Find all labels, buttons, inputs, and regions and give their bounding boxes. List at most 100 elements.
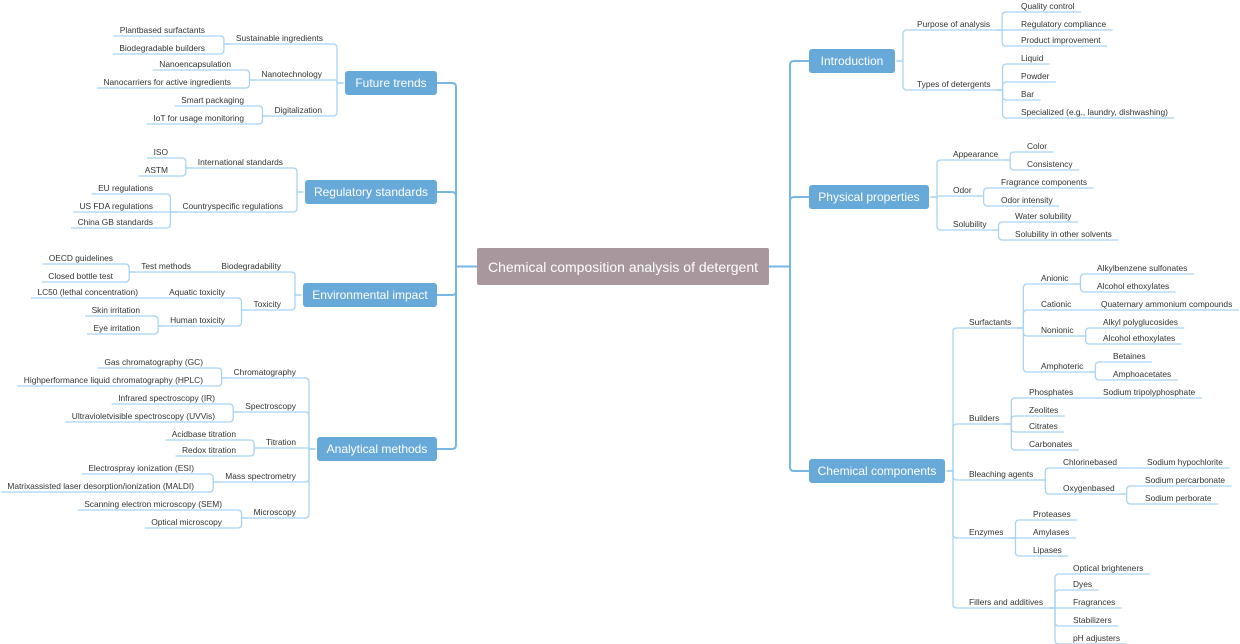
topic-nanoencapsulation[interactable]: Nanoencapsulation — [159, 59, 231, 69]
topic-smart-packaging[interactable]: Smart packaging — [181, 95, 244, 105]
topic-test-methods[interactable]: Test methods — [141, 261, 191, 271]
subtopic-appearance[interactable]: Appearance — [953, 149, 998, 159]
subtopic-international-standards[interactable]: International standards — [198, 157, 283, 167]
main-topic-physical-properties[interactable]: Physical properties — [809, 185, 929, 209]
topic-dyes[interactable]: Dyes — [1073, 579, 1092, 589]
topic-powder[interactable]: Powder — [1021, 71, 1049, 81]
topic-skin-irritation[interactable]: Skin irritation — [92, 305, 140, 315]
topic-closed-bottle-test[interactable]: Closed bottle test — [48, 271, 113, 281]
subtopic-fillers-and-additives[interactable]: Fillers and additives — [969, 597, 1043, 607]
main-topic-future-trends[interactable]: Future trends — [345, 71, 437, 95]
topic-sodium-perborate[interactable]: Sodium perborate — [1145, 493, 1212, 503]
subtopic-solubility[interactable]: Solubility — [953, 219, 987, 229]
topic-bar[interactable]: Bar — [1021, 89, 1034, 99]
subtopic-toxicity[interactable]: Toxicity — [254, 299, 281, 309]
topic-us-fda-regulations[interactable]: US FDA regulations — [79, 201, 153, 211]
topic-stabilizers[interactable]: Stabilizers — [1073, 615, 1112, 625]
topic-specialized-e-g-laundry-dishwashing[interactable]: Specialized (e.g., laundry, dishwashing) — [1021, 107, 1168, 117]
topic-product-improvement[interactable]: Product improvement — [1021, 35, 1101, 45]
topic-nanocarriers-for-active-ingredients[interactable]: Nanocarriers for active ingredients — [103, 77, 231, 87]
topic-chlorinebased[interactable]: Chlorinebased — [1063, 457, 1117, 467]
topic-acidbase-titration[interactable]: Acidbase titration — [172, 429, 236, 439]
topic-sodium-percarbonate[interactable]: Sodium percarbonate — [1145, 475, 1225, 485]
subtopic-digitalization[interactable]: Digitalization — [275, 105, 322, 115]
subtopic-countryspecific-regulations[interactable]: Countryspecific regulations — [182, 201, 283, 211]
topic-ph-adjusters[interactable]: pH adjusters — [1073, 633, 1120, 643]
subtopic-biodegradability[interactable]: Biodegradability — [221, 261, 281, 271]
topic-quaternary-ammonium-compounds[interactable]: Quaternary ammonium compounds — [1101, 299, 1232, 309]
topic-sodium-tripolyphosphate[interactable]: Sodium tripolyphosphate — [1103, 387, 1195, 397]
topic-redox-titration[interactable]: Redox titration — [182, 445, 236, 455]
subtopic-enzymes[interactable]: Enzymes — [969, 527, 1003, 537]
topic-optical-microscopy[interactable]: Optical microscopy — [151, 517, 222, 527]
topic-liquid[interactable]: Liquid — [1021, 53, 1043, 63]
topic-alcohol-ethoxylates[interactable]: Alcohol ethoxylates — [1097, 281, 1169, 291]
topic-amphoacetates[interactable]: Amphoacetates — [1113, 369, 1171, 379]
main-topic-introduction[interactable]: Introduction — [809, 49, 895, 73]
topic-eye-irritation[interactable]: Eye irritation — [93, 323, 140, 333]
subtopic-microscopy[interactable]: Microscopy — [254, 507, 296, 517]
topic-zeolites[interactable]: Zeolites — [1029, 405, 1058, 415]
topic-regulatory-compliance[interactable]: Regulatory compliance — [1021, 19, 1106, 29]
topic-sodium-hypochlorite[interactable]: Sodium hypochlorite — [1147, 457, 1223, 467]
subtopic-surfactants[interactable]: Surfactants — [969, 317, 1011, 327]
subtopic-chromatography[interactable]: Chromatography — [234, 367, 296, 377]
topic-betaines[interactable]: Betaines — [1113, 351, 1146, 361]
topic-nonionic[interactable]: Nonionic — [1041, 325, 1074, 335]
topic-scanning-electron-microscopy-sem[interactable]: Scanning electron microscopy (SEM) — [84, 499, 222, 509]
topic-water-solubility[interactable]: Water solubility — [1015, 211, 1071, 221]
topic-citrates[interactable]: Citrates — [1029, 421, 1058, 431]
topic-ultravioletvisible-spectroscopy-uvvis[interactable]: Ultravioletvisible spectroscopy (UVVis) — [72, 411, 215, 421]
subtopic-purpose-of-analysis[interactable]: Purpose of analysis — [917, 19, 990, 29]
topic-infrared-spectroscopy-ir[interactable]: Infrared spectroscopy (IR) — [118, 393, 215, 403]
topic-proteases[interactable]: Proteases — [1033, 509, 1071, 519]
topic-oecd-guidelines[interactable]: OECD guidelines — [49, 253, 113, 263]
subtopic-types-of-detergents[interactable]: Types of detergents — [917, 79, 991, 89]
topic-human-toxicity[interactable]: Human toxicity — [170, 315, 225, 325]
topic-iso[interactable]: ISO — [154, 147, 168, 157]
topic-color[interactable]: Color — [1027, 141, 1047, 151]
subtopic-mass-spectrometry[interactable]: Mass spectrometry — [225, 471, 296, 481]
topic-amphoteric[interactable]: Amphoteric — [1041, 361, 1083, 371]
topic-lc50-lethal-concentration[interactable]: LC50 (lethal concentration) — [37, 287, 138, 297]
topic-oxygenbased[interactable]: Oxygenbased — [1063, 483, 1115, 493]
subtopic-bleaching-agents[interactable]: Bleaching agents — [969, 469, 1033, 479]
main-topic-environmental-impact[interactable]: Environmental impact — [303, 283, 437, 307]
topic-phosphates[interactable]: Phosphates — [1029, 387, 1073, 397]
subtopic-nanotechnology[interactable]: Nanotechnology — [261, 69, 322, 79]
topic-matrixassisted-laser-desorption-ionization-maldi[interactable]: Matrixassisted laser desorption/ionizati… — [7, 481, 194, 491]
topic-aquatic-toxicity[interactable]: Aquatic toxicity — [169, 287, 225, 297]
topic-astm[interactable]: ASTM — [145, 165, 168, 175]
topic-fragrances[interactable]: Fragrances — [1073, 597, 1115, 607]
subtopic-sustainable-ingredients[interactable]: Sustainable ingredients — [236, 33, 323, 43]
topic-biodegradable-builders[interactable]: Biodegradable builders — [119, 43, 205, 53]
topic-highperformance-liquid-chromatography-hplc[interactable]: Highperformance liquid chromatography (H… — [24, 375, 203, 385]
subtopic-odor[interactable]: Odor — [953, 185, 972, 195]
topic-solubility-in-other-solvents[interactable]: Solubility in other solvents — [1015, 229, 1112, 239]
topic-lipases[interactable]: Lipases — [1033, 545, 1062, 555]
topic-alkylbenzene-sulfonates[interactable]: Alkylbenzene sulfonates — [1097, 263, 1187, 273]
topic-alkyl-polyglucosides[interactable]: Alkyl polyglucosides — [1103, 317, 1178, 327]
topic-amylases[interactable]: Amylases — [1033, 527, 1069, 537]
subtopic-builders[interactable]: Builders — [969, 413, 999, 423]
main-topic-regulatory-standards[interactable]: Regulatory standards — [305, 180, 437, 204]
main-topic-chemical-components[interactable]: Chemical components — [809, 459, 945, 483]
topic-odor-intensity[interactable]: Odor intensity — [1001, 195, 1053, 205]
topic-gas-chromatography-gc[interactable]: Gas chromatography (GC) — [104, 357, 203, 367]
topic-anionic[interactable]: Anionic — [1041, 273, 1068, 283]
topic-alcohol-ethoxylates[interactable]: Alcohol ethoxylates — [1103, 333, 1175, 343]
topic-iot-for-usage-monitoring[interactable]: IoT for usage monitoring — [153, 113, 244, 123]
topic-electrospray-ionization-esi[interactable]: Electrospray ionization (ESI) — [88, 463, 194, 473]
topic-plantbased-surfactants[interactable]: Plantbased surfactants — [120, 25, 205, 35]
topic-consistency[interactable]: Consistency — [1027, 159, 1073, 169]
main-topic-analytical-methods[interactable]: Analytical methods — [317, 437, 437, 461]
subtopic-titration[interactable]: Titration — [266, 437, 296, 447]
topic-optical-brighteners[interactable]: Optical brighteners — [1073, 563, 1143, 573]
subtopic-spectroscopy[interactable]: Spectroscopy — [245, 401, 296, 411]
root-topic[interactable]: Chemical composition analysis of deterge… — [477, 248, 769, 285]
topic-fragrance-components[interactable]: Fragrance components — [1001, 177, 1087, 187]
topic-cationic[interactable]: Cationic — [1041, 299, 1071, 309]
topic-carbonates[interactable]: Carbonates — [1029, 439, 1072, 449]
topic-quality-control[interactable]: Quality control — [1021, 1, 1075, 11]
topic-eu-regulations[interactable]: EU regulations — [98, 183, 153, 193]
